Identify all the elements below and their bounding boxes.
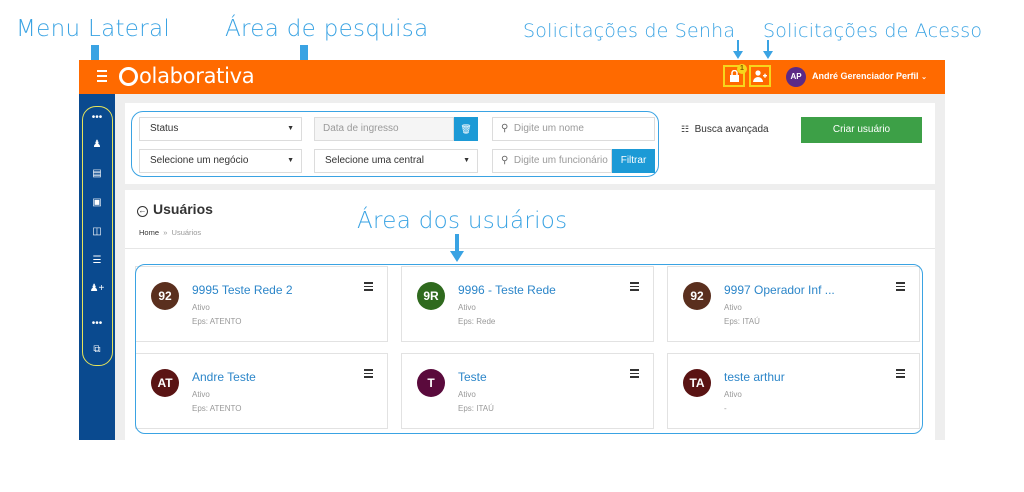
employee-search-input[interactable]: ⚲ Digite um funcionário	[492, 149, 612, 173]
top-bar: olaborativa 1 AP André Gerenciador Perfi…	[79, 60, 945, 94]
user-card[interactable]: TA teste arthur Ativo -	[667, 353, 920, 429]
business-select[interactable]: Selecione um negócio ▼	[139, 149, 302, 173]
avatar: 92	[683, 282, 711, 310]
search-icon: ⚲	[501, 123, 509, 134]
sidebar-item-list[interactable]: ☰	[79, 255, 115, 266]
user-eps: Eps: ITAÚ	[724, 317, 760, 326]
arrow-password-icon	[733, 40, 743, 59]
brand-logo[interactable]: olaborativa	[119, 64, 255, 88]
user-card[interactable]: 92 9997 Operador Inf ... Ativo Eps: ITAÚ	[667, 266, 920, 342]
filter-button[interactable]: Filtrar	[612, 149, 655, 173]
page-title: ← Usuários	[137, 201, 213, 217]
avatar: 92	[151, 282, 179, 310]
add-user-icon	[753, 70, 767, 82]
trash-icon: 🗑	[460, 124, 472, 134]
user-card[interactable]: T Teste Ativo Eps: ITAÚ	[401, 353, 654, 429]
more-dots-icon[interactable]: •••	[79, 112, 115, 123]
card-menu-icon[interactable]	[896, 369, 905, 380]
access-requests-button[interactable]	[749, 65, 771, 87]
sidebar-item-documents[interactable]: ▤	[79, 168, 115, 179]
avatar: 9R	[417, 282, 445, 310]
app-window: olaborativa 1 AP André Gerenciador Perfi…	[79, 60, 945, 440]
avatar: AT	[151, 369, 179, 397]
back-arrow-icon[interactable]: ←	[137, 206, 148, 217]
list-icon: ☰	[92, 255, 102, 266]
clear-date-button[interactable]: 🗑	[454, 117, 478, 141]
book-icon: ▣	[92, 197, 102, 208]
sidebar-item-report[interactable]: ◫	[79, 226, 115, 237]
sidebar-item-copy[interactable]: ⧉	[79, 344, 115, 355]
divider	[125, 248, 935, 249]
document-icon: ▤	[92, 168, 102, 179]
caret-down-icon: ▼	[287, 157, 294, 164]
user-eps: Eps: ATENTO	[192, 317, 242, 326]
user-card[interactable]: 92 9995 Teste Rede 2 Ativo Eps: ATENTO	[135, 266, 388, 342]
central-select[interactable]: Selecione uma central ▼	[314, 149, 478, 173]
logo-c-icon	[119, 67, 138, 86]
user-status: Ativo	[724, 390, 742, 399]
create-user-button[interactable]: Criar usuário	[801, 117, 922, 143]
advanced-search-link[interactable]: ☷ Busca avançada	[681, 124, 769, 135]
filter-icon: ☷	[681, 124, 690, 134]
avatar: TA	[683, 369, 711, 397]
user-status: Ativo	[458, 303, 476, 312]
caret-down-icon: ▼	[463, 157, 470, 164]
card-menu-icon[interactable]	[896, 282, 905, 293]
user-name[interactable]: Teste	[458, 370, 487, 384]
user-card[interactable]: AT Andre Teste Ativo Eps: ATENTO	[135, 353, 388, 429]
annotation-area-usuarios: Área dos usuários	[357, 208, 568, 234]
sidebar-item-add-user[interactable]: ♟+	[79, 283, 115, 294]
user-name[interactable]: 9996 - Teste Rede	[458, 283, 556, 297]
user-status: Ativo	[192, 390, 210, 399]
annotation-area-pesquisa: Área de pesquisa	[225, 16, 429, 42]
arrow-access-icon	[763, 40, 773, 59]
add-user-icon: ♟+	[89, 283, 105, 294]
user-status: Ativo	[724, 303, 742, 312]
user-menu[interactable]: André Gerenciador Perfil ⌄	[812, 71, 927, 81]
user-name[interactable]: teste arthur	[724, 370, 785, 384]
breadcrumb-home[interactable]: Home	[139, 228, 159, 237]
password-requests-badge: 1	[737, 64, 747, 74]
chevron-down-icon: ⌄	[921, 74, 927, 81]
user-eps: -	[724, 404, 727, 413]
user-name[interactable]: Andre Teste	[192, 370, 256, 384]
card-menu-icon[interactable]	[630, 369, 639, 380]
copy-icon: ⧉	[93, 344, 101, 355]
card-menu-icon[interactable]	[364, 369, 373, 380]
arrow-users-icon	[450, 234, 464, 262]
more-dots-icon[interactable]: •••	[79, 318, 115, 329]
join-date-input[interactable]: Data de ingresso	[314, 117, 454, 141]
search-panel: Status ▼ Data de ingresso 🗑 ⚲ Digite um n…	[125, 103, 935, 184]
password-requests-button[interactable]: 1	[723, 64, 747, 87]
status-select[interactable]: Status ▼	[139, 117, 302, 141]
annotation-solicitacoes-acesso: Solicitações de Acesso	[763, 20, 983, 42]
user-status: Ativo	[192, 303, 210, 312]
user-eps: Eps: Rede	[458, 317, 496, 326]
annotation-menu-lateral: Menu Lateral	[16, 16, 171, 42]
breadcrumb: Home » Usuários	[139, 228, 202, 237]
name-search-input[interactable]: ⚲ Digite um nome	[492, 117, 655, 141]
hamburger-menu-icon[interactable]	[97, 70, 109, 82]
caret-down-icon: ▼	[287, 125, 294, 132]
sidebar-item-book[interactable]: ▣	[79, 197, 115, 208]
breadcrumb-current: Usuários	[171, 228, 202, 237]
search-icon: ⚲	[501, 155, 509, 166]
user-name[interactable]: 9995 Teste Rede 2	[192, 283, 293, 297]
sidebar: ••• ♟ ▤ ▣ ◫ ☰ ♟+ ••• ⧉	[79, 94, 115, 440]
annotation-solicitacoes-senha: Solicitações de Senha	[523, 20, 736, 42]
sidebar-item-users[interactable]: ♟	[79, 139, 115, 150]
card-menu-icon[interactable]	[364, 282, 373, 293]
user-eps: Eps: ATENTO	[192, 404, 242, 413]
user-icon: ♟	[92, 139, 102, 150]
avatar: T	[417, 369, 445, 397]
user-status: Ativo	[458, 390, 476, 399]
user-avatar[interactable]: AP	[786, 67, 806, 87]
card-menu-icon[interactable]	[630, 282, 639, 293]
report-icon: ◫	[92, 226, 102, 237]
user-card[interactable]: 9R 9996 - Teste Rede Ativo Eps: Rede	[401, 266, 654, 342]
user-eps: Eps: ITAÚ	[458, 404, 494, 413]
user-name[interactable]: 9997 Operador Inf ...	[724, 283, 835, 297]
